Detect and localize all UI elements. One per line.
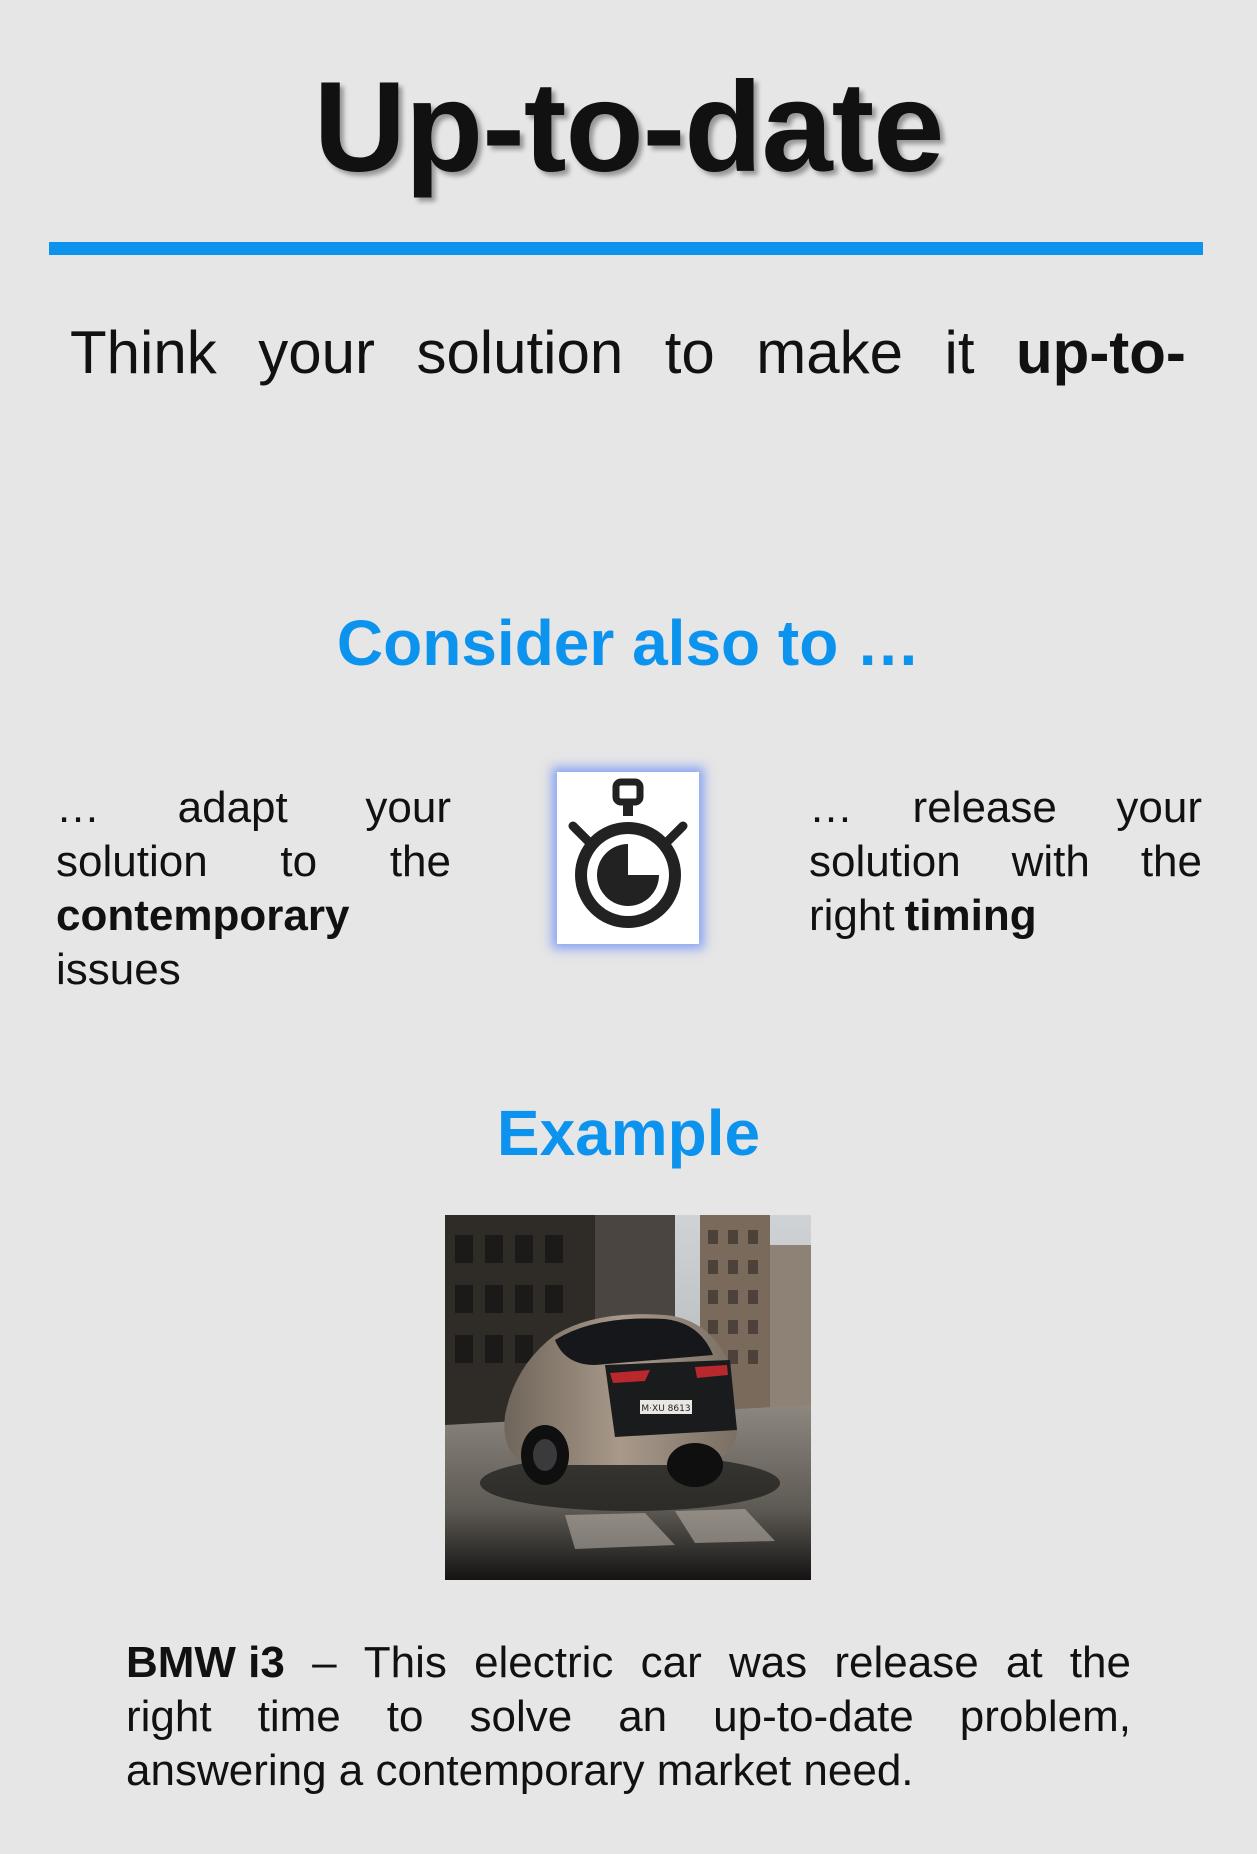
bold-keyword: contemporary xyxy=(56,891,350,940)
text-word: solve xyxy=(469,1692,573,1741)
text-word: the xyxy=(1069,1638,1131,1687)
text-word: at xyxy=(1005,1638,1043,1687)
text-word: solution xyxy=(56,837,208,886)
text-word: release xyxy=(834,1638,979,1687)
intro-word: solution xyxy=(416,319,624,386)
intro-word: it xyxy=(944,319,975,386)
text-word: the xyxy=(389,837,451,886)
text-word: … xyxy=(809,783,853,832)
consider-right-text: … release your solution with the right t… xyxy=(809,781,1202,943)
intro-text: Think your solution to make it up-to- xyxy=(70,320,1186,386)
bold-keyword: timing xyxy=(904,891,1037,940)
text-word: time xyxy=(257,1692,341,1741)
text-word: up-to-date xyxy=(713,1692,914,1741)
text-word: – xyxy=(312,1638,337,1687)
text-word: to xyxy=(280,837,318,886)
text-word: to xyxy=(386,1692,424,1741)
consider-left-text: … adapt your solution to the contemporar… xyxy=(56,781,451,997)
text-word: problem, xyxy=(959,1692,1131,1741)
intro-word: Think xyxy=(70,319,217,386)
text-word: issues xyxy=(56,945,181,994)
text-word: right xyxy=(126,1692,212,1741)
bmw-i3-photo: M·XU 8613 xyxy=(445,1215,811,1580)
intro-word: make xyxy=(756,319,904,386)
text-word: release xyxy=(912,783,1057,832)
intro-word: to xyxy=(664,319,715,386)
text-word: with xyxy=(1011,837,1090,886)
page-title: Up-to-date xyxy=(313,56,945,199)
text-line: answering a contemporary market need. xyxy=(126,1746,914,1795)
stopwatch-icon xyxy=(557,772,699,944)
text-word: car xyxy=(640,1638,702,1687)
example-caption: BMW i3 – This electric car was release a… xyxy=(126,1636,1131,1798)
text-word: adapt xyxy=(177,783,288,832)
text-word: This xyxy=(363,1638,447,1687)
license-plate: M·XU 8613 xyxy=(641,1404,690,1414)
example-heading: Example xyxy=(496,1097,761,1169)
text-word: solution xyxy=(809,837,961,886)
text-word: … xyxy=(56,783,100,832)
intro-word: your xyxy=(258,319,375,386)
text-word: your xyxy=(1116,783,1202,832)
consider-heading: Consider also to … xyxy=(336,607,921,679)
text-word: electric xyxy=(474,1638,614,1687)
text-word: right xyxy=(809,891,895,940)
text-word: an xyxy=(618,1692,668,1741)
text-word: your xyxy=(365,783,451,832)
text-word: the xyxy=(1140,837,1202,886)
title-divider xyxy=(49,242,1203,255)
bold-keyword: BMW i3 xyxy=(126,1638,285,1687)
intro-bold: up-to- xyxy=(1016,319,1186,386)
text-word: was xyxy=(728,1638,808,1687)
